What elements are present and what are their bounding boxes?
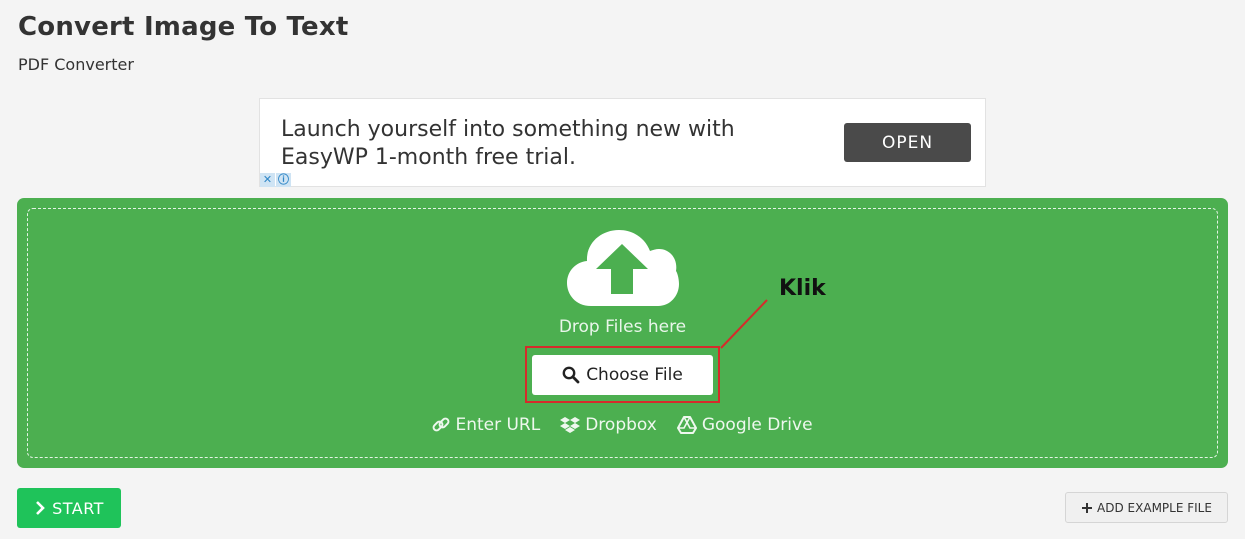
google-drive-label: Google Drive [701, 415, 813, 435]
add-example-file-label: ADD EXAMPLE FILE [1097, 500, 1212, 515]
chevron-right-icon [36, 501, 45, 515]
upload-area[interactable]: Drop Files here Klik Choose File Enter U… [17, 198, 1228, 468]
cloud-upload-icon [567, 230, 679, 306]
dropbox-icon [560, 417, 581, 433]
ad-banner[interactable]: Launch yourself into something new with … [259, 98, 986, 187]
callout-line [720, 299, 768, 349]
dropbox-link[interactable]: Dropbox [560, 415, 657, 435]
dropbox-label: Dropbox [585, 415, 657, 435]
start-button[interactable]: START [17, 488, 121, 528]
ad-text: Launch yourself into something new with … [281, 117, 735, 170]
ad-close-icon[interactable]: ✕ [260, 173, 275, 187]
page-subtitle: PDF Converter [18, 55, 134, 74]
ad-marks: ✕ ⓘ [260, 173, 291, 187]
enter-url-link[interactable]: Enter URL [432, 415, 540, 435]
choose-file-button[interactable]: Choose File [532, 355, 713, 395]
source-links: Enter URL Dropbox Google Drive [17, 415, 1228, 435]
plus-icon [1082, 502, 1093, 513]
drop-files-text: Drop Files here [558, 317, 687, 337]
start-label: START [52, 498, 104, 518]
google-drive-link[interactable]: Google Drive [676, 415, 813, 435]
add-example-file-button[interactable]: ADD EXAMPLE FILE [1065, 492, 1228, 523]
choose-file-label: Choose File [586, 365, 683, 385]
enter-url-label: Enter URL [455, 415, 541, 435]
page-title: Convert Image To Text [18, 12, 349, 42]
ad-open-button[interactable]: OPEN [844, 123, 971, 162]
ad-info-icon[interactable]: ⓘ [276, 173, 291, 187]
callout-label: Klik [779, 276, 826, 301]
page: Convert Image To Text PDF Converter Laun… [0, 0, 1245, 539]
google-drive-icon [676, 416, 697, 434]
link-icon [433, 417, 450, 432]
search-icon [562, 366, 580, 384]
